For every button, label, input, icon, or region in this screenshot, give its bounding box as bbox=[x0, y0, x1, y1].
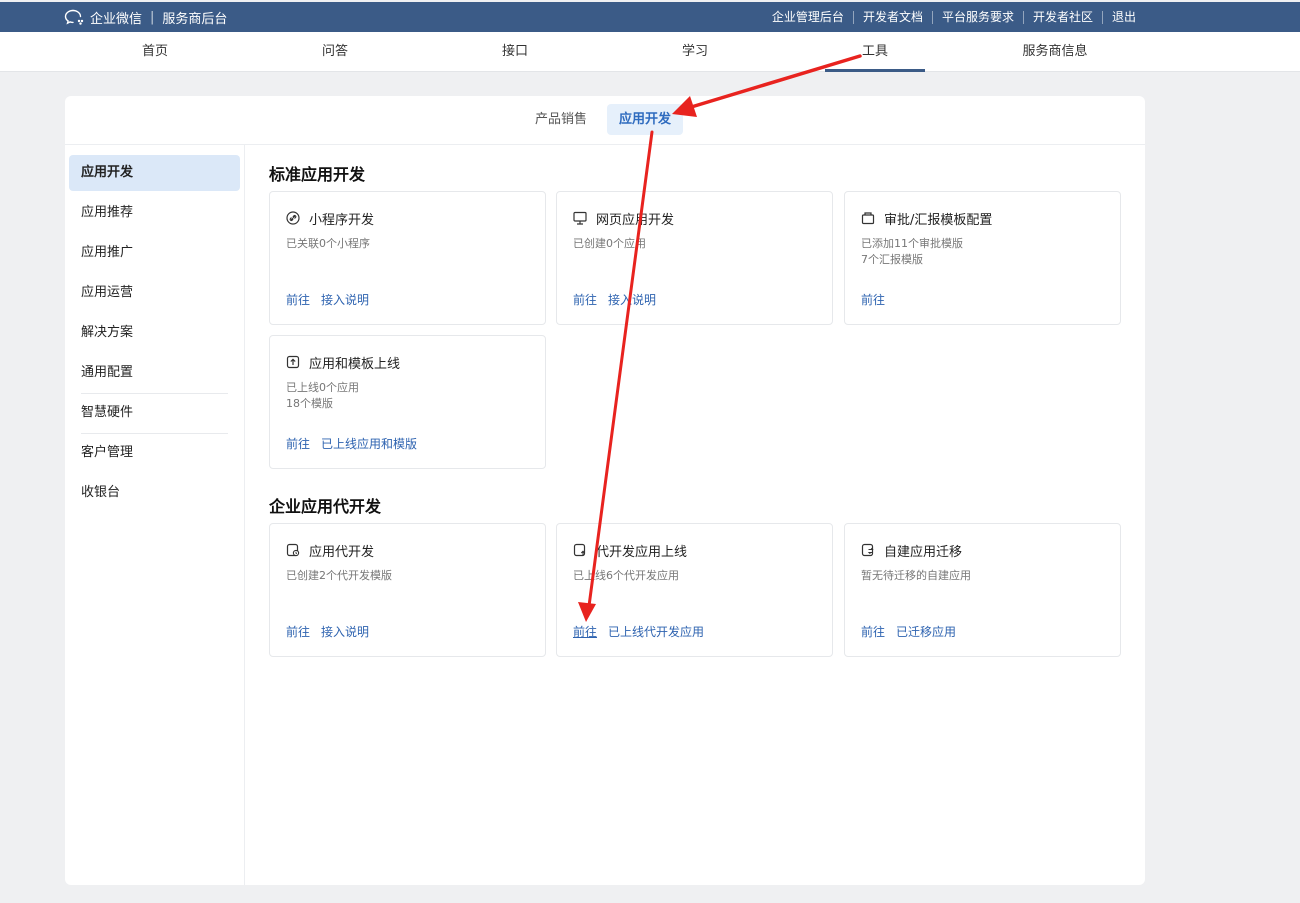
sidebar-divider bbox=[81, 393, 228, 394]
guide-link[interactable]: 接入说明 bbox=[608, 291, 656, 308]
sidebar-divider bbox=[81, 433, 228, 434]
nav-tools[interactable]: 工具 bbox=[825, 32, 925, 72]
toplink-dev-community[interactable]: 开发者社区 bbox=[1022, 10, 1102, 24]
sidebar: 应用开发 应用推荐 应用推广 应用运营 解决方案 通用配置 智慧硬件 客户管理 … bbox=[65, 145, 245, 885]
section-title-agent-dev: 企业应用代开发 bbox=[269, 497, 382, 516]
top-bar: 企业微信 | 服务商后台 企业管理后台 开发者文档 平台服务要求 开发者社区 退… bbox=[0, 2, 1300, 32]
sidebar-item-smart-hardware[interactable]: 智慧硬件 bbox=[69, 395, 240, 431]
card-app-template-launch: 应用和模板上线 已上线0个应用 18个模版 前往 已上线应用和模版 bbox=[269, 335, 546, 469]
card-desc: 暂无待迁移的自建应用 bbox=[861, 569, 971, 582]
top-links: 企业管理后台 开发者文档 平台服务要求 开发者社区 退出 bbox=[763, 2, 1145, 32]
tab-product-sales[interactable]: 产品销售 bbox=[523, 104, 599, 135]
main-nav: 首页 问答 接口 学习 工具 服务商信息 bbox=[0, 32, 1300, 72]
card-agent-dev: 应用代开发 已创建2个代开发模版 前往 接入说明 bbox=[269, 523, 546, 657]
section-title-standard-dev: 标准应用开发 bbox=[269, 165, 366, 184]
sidebar-item-app-development[interactable]: 应用开发 bbox=[69, 155, 240, 191]
sidebar-item-cashier[interactable]: 收银台 bbox=[69, 475, 240, 511]
card-title: 网页应用开发 bbox=[596, 212, 675, 228]
sidebar-item-app-promotion[interactable]: 应用推广 bbox=[69, 235, 240, 271]
goto-link[interactable]: 前往 bbox=[861, 623, 885, 640]
wecom-logo-icon bbox=[64, 9, 84, 25]
goto-link[interactable]: 前往 bbox=[573, 623, 597, 640]
dev-icon bbox=[286, 543, 300, 557]
sidebar-item-solutions[interactable]: 解决方案 bbox=[69, 315, 240, 351]
launch-icon bbox=[573, 543, 586, 557]
card-desc: 18个模版 bbox=[286, 397, 333, 410]
toplink-dev-docs[interactable]: 开发者文档 bbox=[852, 10, 932, 24]
content-panel: 产品销售 应用开发 应用开发 应用推荐 应用推广 应用运营 解决方案 通用配置 … bbox=[65, 96, 1145, 885]
goto-link[interactable]: 前往 bbox=[573, 291, 597, 308]
card-desc: 已上线0个应用 bbox=[286, 381, 359, 394]
migrate-icon bbox=[861, 543, 874, 557]
upload-icon bbox=[286, 355, 300, 369]
goto-link[interactable]: 前往 bbox=[286, 435, 310, 452]
card-agent-app-launch: 代开发应用上线 已上线6个代开发应用 前往 已上线代开发应用 bbox=[556, 523, 833, 657]
goto-link[interactable]: 前往 bbox=[286, 291, 310, 308]
toplink-admin[interactable]: 企业管理后台 bbox=[763, 10, 853, 24]
card-mini-program-dev: 小程序开发 已关联0个小程序 前往 接入说明 bbox=[269, 191, 546, 325]
migrated-apps-link[interactable]: 已迁移应用 bbox=[896, 623, 956, 640]
card-title: 小程序开发 bbox=[309, 212, 375, 228]
nav-api[interactable]: 接口 bbox=[465, 32, 565, 72]
nav-provider-info[interactable]: 服务商信息 bbox=[1005, 32, 1105, 72]
card-desc: 已创建0个应用 bbox=[573, 237, 646, 250]
nav-qa[interactable]: 问答 bbox=[285, 32, 385, 72]
card-title: 代开发应用上线 bbox=[596, 544, 688, 560]
card-title: 应用代开发 bbox=[309, 544, 375, 560]
card-title: 自建应用迁移 bbox=[884, 544, 963, 560]
launched-apps-link[interactable]: 已上线应用和模版 bbox=[321, 435, 417, 452]
goto-link[interactable]: 前往 bbox=[286, 623, 310, 640]
nav-home[interactable]: 首页 bbox=[105, 32, 205, 72]
card-approval-template-config: 审批/汇报模板配置 已添加11个审批模版 7个汇报模版 前往 bbox=[844, 191, 1121, 325]
card-web-app-dev: 网页应用开发 已创建0个应用 前往 接入说明 bbox=[556, 191, 833, 325]
card-title: 应用和模板上线 bbox=[309, 356, 401, 372]
card-desc: 已关联0个小程序 bbox=[286, 237, 370, 250]
sidebar-item-general-config[interactable]: 通用配置 bbox=[69, 355, 240, 391]
brand[interactable]: 企业微信 | 服务商后台 bbox=[64, 2, 227, 32]
brand-subtitle: 服务商后台 bbox=[162, 11, 228, 27]
launched-agent-apps-link[interactable]: 已上线代开发应用 bbox=[608, 623, 704, 640]
sub-tabs: 产品销售 应用开发 bbox=[65, 96, 1145, 145]
template-icon bbox=[861, 212, 875, 225]
brand-name: 企业微信 bbox=[90, 11, 143, 27]
monitor-icon bbox=[573, 211, 587, 225]
card-desc: 已上线6个代开发应用 bbox=[573, 569, 679, 582]
goto-link[interactable]: 前往 bbox=[861, 291, 885, 308]
sidebar-item-app-operation[interactable]: 应用运营 bbox=[69, 275, 240, 311]
sidebar-item-customer-management[interactable]: 客户管理 bbox=[69, 435, 240, 471]
link-icon bbox=[286, 211, 300, 225]
brand-separator: | bbox=[150, 9, 155, 25]
guide-link[interactable]: 接入说明 bbox=[321, 291, 369, 308]
tab-app-development[interactable]: 应用开发 bbox=[607, 104, 684, 135]
nav-learn[interactable]: 学习 bbox=[645, 32, 745, 72]
toplink-logout[interactable]: 退出 bbox=[1101, 10, 1145, 24]
card-self-built-app-migration: 自建应用迁移 暂无待迁移的自建应用 前往 已迁移应用 bbox=[844, 523, 1121, 657]
card-desc: 已添加11个审批模版 bbox=[861, 237, 963, 250]
card-desc: 7个汇报模版 bbox=[861, 253, 923, 266]
guide-link[interactable]: 接入说明 bbox=[321, 623, 369, 640]
card-title: 审批/汇报模板配置 bbox=[884, 212, 993, 228]
sidebar-item-app-recommend[interactable]: 应用推荐 bbox=[69, 195, 240, 231]
card-desc: 已创建2个代开发模版 bbox=[286, 569, 392, 582]
toplink-service-requirements[interactable]: 平台服务要求 bbox=[931, 10, 1023, 24]
